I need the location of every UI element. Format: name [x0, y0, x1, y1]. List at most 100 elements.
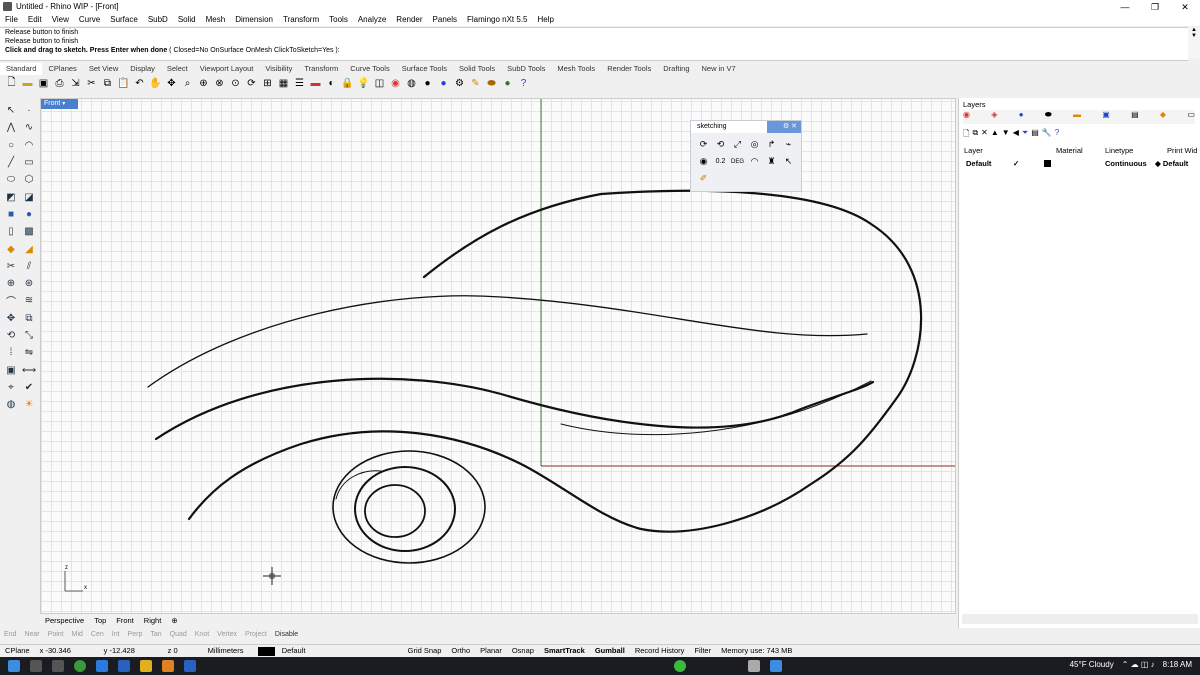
- command-options[interactable]: ( Closed=No OnSurface OnMesh ClickToSket…: [169, 47, 340, 54]
- move-icon[interactable]: ✥: [164, 76, 179, 91]
- ellipse-icon[interactable]: ⬭: [2, 171, 20, 188]
- save-icon[interactable]: ▣: [36, 76, 51, 91]
- properties-panel-icon[interactable]: ◉: [963, 110, 970, 124]
- menu-tools[interactable]: Tools: [324, 14, 353, 26]
- osnap-int[interactable]: Int: [108, 631, 124, 642]
- tab-solid-tools[interactable]: Solid Tools: [453, 63, 501, 75]
- rhino-taskbar-icon[interactable]: [748, 660, 760, 672]
- col-print-width[interactable]: Print Wid: [1167, 146, 1197, 155]
- tab-drafting[interactable]: Drafting: [657, 63, 695, 75]
- gear-icon[interactable]: ⚙: [783, 123, 789, 130]
- materials-panel-icon[interactable]: ⬬: [1045, 110, 1052, 124]
- sketch-canvas[interactable]: [41, 99, 956, 614]
- minimize-button[interactable]: —: [1110, 0, 1140, 14]
- tab-visibility[interactable]: Visibility: [259, 63, 298, 75]
- layer-linetype[interactable]: Continuous: [1105, 159, 1147, 168]
- app-icon-2[interactable]: [118, 660, 130, 672]
- render-icon[interactable]: ●: [420, 76, 435, 91]
- help-layer-icon[interactable]: ?: [1055, 128, 1059, 140]
- layer-print-width[interactable]: ◆ Default: [1155, 159, 1188, 168]
- point-tool-icon[interactable]: ◉: [695, 153, 712, 170]
- fillet-curve-icon[interactable]: ⌒: [2, 292, 20, 309]
- chrome-icon[interactable]: [74, 660, 86, 672]
- box-icon[interactable]: ■: [2, 206, 20, 223]
- settings-icon[interactable]: ⚙: [452, 76, 467, 91]
- move-left-icon[interactable]: ◀: [1013, 128, 1019, 140]
- col-linetype[interactable]: Linetype: [1105, 146, 1133, 155]
- tab-display[interactable]: Display: [124, 63, 161, 75]
- viewport-title-tab[interactable]: Front ▾: [41, 99, 78, 109]
- undo-icon[interactable]: ↶: [132, 76, 147, 91]
- group-icon[interactable]: ▣: [2, 361, 20, 378]
- command-scrollbar[interactable]: ▲ ▼: [1188, 27, 1200, 59]
- spotify-icon[interactable]: [674, 660, 686, 672]
- osnap-disable[interactable]: Disable: [271, 631, 302, 642]
- menu-help[interactable]: Help: [533, 14, 559, 26]
- surface-icon[interactable]: ◩: [2, 188, 20, 205]
- osnap-point[interactable]: Point: [44, 631, 68, 642]
- tray-icons[interactable]: ⌃ ☁ ◫ ♪: [1122, 660, 1155, 669]
- move-up-icon[interactable]: ▲: [991, 128, 999, 140]
- textures-panel-icon[interactable]: ▤: [1131, 110, 1139, 124]
- grid-icon[interactable]: ▦: [276, 76, 291, 91]
- copy-icon[interactable]: ⧉: [100, 76, 115, 91]
- join-icon[interactable]: ⊕: [2, 275, 20, 292]
- windows-start-icon[interactable]: [8, 660, 20, 672]
- layer-state-icon[interactable]: ▤: [1031, 128, 1039, 140]
- rotate-icon[interactable]: ⟳: [695, 136, 712, 153]
- cut-icon[interactable]: ✂: [84, 76, 99, 91]
- mirror-icon[interactable]: ⇋: [20, 344, 38, 361]
- zoom-window-icon[interactable]: ⊕: [196, 76, 211, 91]
- cylinder-icon[interactable]: ▯: [2, 223, 20, 240]
- render-sphere-icon[interactable]: ●: [500, 76, 515, 91]
- array-icon[interactable]: ⁞: [2, 344, 20, 361]
- osnap-perp[interactable]: Perp: [124, 631, 147, 642]
- osnap-cen[interactable]: Cen: [87, 631, 108, 642]
- analyze-icon[interactable]: ⌖: [2, 379, 20, 396]
- col-material[interactable]: Material: [1056, 146, 1083, 155]
- layer-icon[interactable]: ◫: [372, 76, 387, 91]
- offset-icon[interactable]: ≋: [20, 292, 38, 309]
- menu-edit[interactable]: Edit: [23, 14, 47, 26]
- menu-analyze[interactable]: Analyze: [353, 14, 391, 26]
- close-icon[interactable]: ✕: [791, 123, 797, 130]
- split-icon[interactable]: ⫽: [20, 258, 38, 275]
- clock[interactable]: 8:18 AM: [1163, 660, 1192, 669]
- tab-cplanes[interactable]: CPlanes: [42, 63, 82, 75]
- render-tool-icon[interactable]: ◍: [2, 396, 20, 413]
- osnap-knot[interactable]: Knot: [191, 631, 213, 642]
- tab-surface-tools[interactable]: Surface Tools: [396, 63, 453, 75]
- sketch-person-icon[interactable]: ♜: [763, 153, 780, 170]
- zoom-selected-icon[interactable]: ⊙: [228, 76, 243, 91]
- tab-new-in-v7[interactable]: New in V7: [696, 63, 742, 75]
- cursor-icon[interactable]: ↖: [780, 153, 797, 170]
- import-icon[interactable]: ⇲: [68, 76, 83, 91]
- tab-render-tools[interactable]: Render Tools: [601, 63, 657, 75]
- new-sublayer-icon[interactable]: ⧉: [972, 128, 978, 140]
- degree-icon[interactable]: DEG: [729, 153, 746, 170]
- osnap-tan[interactable]: Tan: [146, 631, 165, 642]
- osnap-vertex[interactable]: Vertex: [213, 631, 241, 642]
- dimension-icon[interactable]: ⟷: [20, 361, 38, 378]
- rotate-tool-icon[interactable]: ⟲: [2, 327, 20, 344]
- front-viewport[interactable]: z x: [40, 98, 956, 614]
- target-icon[interactable]: ◎: [746, 136, 763, 153]
- move-tool-icon[interactable]: ✥: [2, 310, 20, 327]
- zoom-icon[interactable]: ⌕: [180, 76, 195, 91]
- layers-scrollbar[interactable]: [962, 614, 1198, 624]
- viewport-4-icon[interactable]: ⊞: [260, 76, 275, 91]
- extrude-icon[interactable]: ◪: [20, 188, 38, 205]
- sketching-panel-header[interactable]: sketching ⚙ ✕: [691, 121, 801, 133]
- delete-layer-icon[interactable]: ✕: [981, 128, 988, 140]
- osnap-near[interactable]: Near: [20, 631, 43, 642]
- command-prompt[interactable]: Click and drag to sketch. Press Enter wh…: [0, 46, 1188, 55]
- tab-top[interactable]: Top: [89, 615, 111, 627]
- app-icon-1[interactable]: [96, 660, 108, 672]
- file-explorer-icon[interactable]: [140, 660, 152, 672]
- layer-color-swatch[interactable]: [1044, 160, 1051, 167]
- menu-render[interactable]: Render: [391, 14, 427, 26]
- osnap-project[interactable]: Project: [241, 631, 271, 642]
- help-icon[interactable]: ?: [516, 76, 531, 91]
- arc-tool-icon[interactable]: ◠: [746, 153, 763, 170]
- line-icon[interactable]: ╱: [2, 154, 20, 171]
